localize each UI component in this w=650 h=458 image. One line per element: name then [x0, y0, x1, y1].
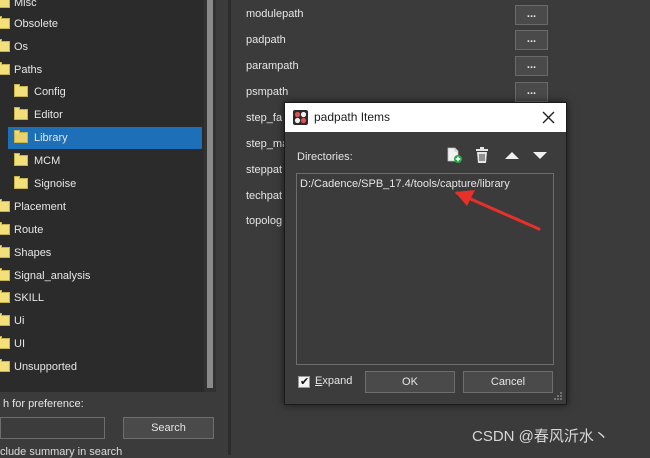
- property-label-step-fa: step_fa: [246, 112, 283, 124]
- folder-icon: [14, 153, 28, 166]
- property-label-modulepath: modulepath: [246, 8, 304, 20]
- tree-item-mcm[interactable]: MCM: [0, 150, 204, 172]
- panel-divider[interactable]: [228, 0, 231, 455]
- tree-item-library[interactable]: Library: [8, 127, 202, 149]
- search-button[interactable]: Search: [123, 417, 214, 439]
- tree-item-label: Signoise: [34, 178, 77, 190]
- tree-item-config[interactable]: Config: [0, 81, 204, 103]
- include-summary-option[interactable]: clude summary in search: [0, 446, 122, 458]
- padpath-items-dialog: padpath Items Directories: D:/Cadence/SP…: [284, 102, 567, 405]
- property-label-step-ma: step_ma: [246, 138, 289, 150]
- tree-item-label: Misc: [14, 0, 37, 9]
- resize-grip-icon[interactable]: [553, 391, 563, 401]
- property-label-parampath: parampath: [246, 60, 299, 72]
- tree-item-label: MCM: [34, 155, 61, 167]
- tree-item-label: Editor: [34, 109, 63, 121]
- open-folder-icon: [14, 130, 28, 143]
- property-label-topolog: topolog: [246, 215, 283, 227]
- folder-icon: [0, 268, 10, 281]
- move-down-icon[interactable]: [531, 146, 549, 164]
- tree-item-signal-analysis[interactable]: Signal_analysis: [0, 265, 204, 287]
- folder-icon: [0, 199, 10, 212]
- search-preference-label: h for preference:: [3, 398, 84, 410]
- cancel-button[interactable]: Cancel: [463, 371, 553, 393]
- watermark: CSDN @春风沂水丶: [472, 428, 609, 445]
- tree-item-os[interactable]: Os: [0, 36, 204, 58]
- folder-icon: [0, 0, 10, 8]
- tree-item-editor[interactable]: Editor: [0, 104, 204, 126]
- tree-item-label: SKILL: [14, 292, 44, 304]
- trash-icon[interactable]: [473, 146, 491, 164]
- tree-item-paths[interactable]: Paths: [0, 59, 204, 81]
- tree-item-label: Placement: [14, 201, 66, 213]
- tree-item-label: UI: [14, 338, 25, 350]
- folder-icon: [0, 39, 10, 52]
- tree-item-skill[interactable]: SKILL: [0, 287, 204, 309]
- expand-label-rest: xpand: [322, 375, 353, 387]
- tree-item-placement[interactable]: Placement: [0, 196, 204, 218]
- folder-icon: [14, 84, 28, 97]
- tree-scrollbar-thumb[interactable]: [207, 0, 213, 388]
- property-label-psmpath: psmpath: [246, 86, 289, 98]
- folder-icon: [0, 336, 10, 349]
- folder-icon: [0, 359, 10, 372]
- tree-item-ui-upper[interactable]: UI: [0, 333, 204, 355]
- tree-item-label: Os: [14, 41, 29, 53]
- tree-item-ui-lower[interactable]: Ui: [0, 310, 204, 332]
- folder-icon: [0, 245, 10, 258]
- tree-item-label: Library: [34, 132, 68, 144]
- tree-item-label: Shapes: [14, 247, 52, 259]
- browse-button-parampath[interactable]: ...: [515, 56, 548, 76]
- search-input[interactable]: [0, 417, 105, 439]
- directories-label: Directories:: [297, 151, 353, 163]
- folder-icon: [0, 16, 10, 29]
- tree-item-signoise[interactable]: Signoise: [0, 173, 204, 195]
- new-folder-icon[interactable]: [445, 146, 463, 164]
- preferences-tree-panel: Misc Obsolete Os Paths Config Editor Lib…: [0, 0, 216, 392]
- tree-item-label: Config: [34, 86, 66, 98]
- browse-button-psmpath[interactable]: ...: [515, 82, 548, 102]
- tree-item-misc[interactable]: Misc: [0, 0, 204, 14]
- folder-icon: [0, 222, 10, 235]
- tree-item-unsupported[interactable]: Unsupported: [0, 356, 204, 378]
- tree-item-label: Route: [14, 224, 44, 236]
- expand-checkbox[interactable]: ✔: [298, 376, 310, 388]
- property-label-steppat: steppat: [246, 164, 283, 176]
- folder-icon: [0, 62, 10, 75]
- folder-icon: [14, 107, 28, 120]
- expand-label: Expand: [315, 375, 352, 387]
- checkmark-icon: ✔: [300, 376, 310, 388]
- tree-scrollbar[interactable]: [204, 0, 216, 392]
- red-arrow-annotation: [455, 190, 541, 231]
- tree-item-label: Unsupported: [14, 361, 77, 373]
- ok-button[interactable]: OK: [365, 371, 455, 393]
- app-icon: [293, 110, 308, 125]
- tree-item-label: Paths: [14, 64, 43, 76]
- move-up-icon[interactable]: [503, 146, 521, 164]
- dialog-title: padpath Items: [314, 110, 391, 124]
- tree-item-label: Ui: [14, 315, 25, 327]
- dialog-titlebar[interactable]: padpath Items: [285, 103, 566, 132]
- property-label-padpath: padpath: [246, 34, 286, 46]
- category-tree[interactable]: Misc Obsolete Os Paths Config Editor Lib…: [0, 0, 204, 392]
- tree-item-route[interactable]: Route: [0, 219, 204, 241]
- close-icon[interactable]: [542, 111, 555, 124]
- folder-icon: [0, 290, 10, 303]
- tree-item-label: Obsolete: [14, 18, 59, 30]
- browse-button-padpath[interactable]: ...: [515, 30, 548, 50]
- tree-item-obsolete[interactable]: Obsolete: [0, 13, 204, 35]
- folder-icon: [0, 313, 10, 326]
- tree-item-label: Signal_analysis: [14, 270, 91, 282]
- browse-button-modulepath[interactable]: ...: [515, 5, 548, 25]
- property-label-techpat: techpat: [246, 190, 283, 202]
- folder-icon: [14, 176, 28, 189]
- tree-item-shapes[interactable]: Shapes: [0, 242, 204, 264]
